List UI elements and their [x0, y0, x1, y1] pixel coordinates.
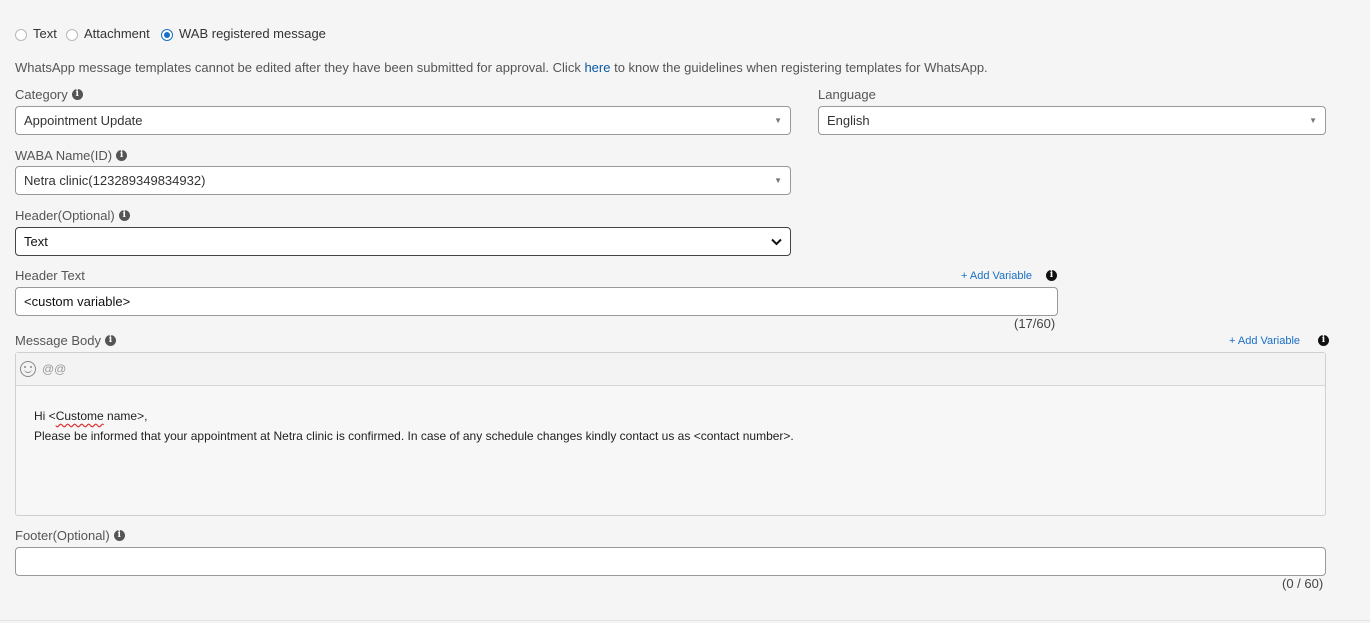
- language-label: Language: [818, 87, 876, 102]
- header-type-select[interactable]: Text: [15, 227, 791, 256]
- footer-char-counter: (0 / 60): [1282, 576, 1324, 591]
- mention-button[interactable]: @@: [42, 362, 66, 376]
- header-add-variable-link[interactable]: + Add Variable: [961, 270, 1032, 282]
- info-icon[interactable]: i: [1318, 335, 1329, 346]
- info-icon[interactable]: i: [71, 89, 83, 100]
- header-type-label: Header(Optional) i: [15, 208, 130, 223]
- message-body-label: Message Body i: [15, 333, 116, 348]
- info-icon[interactable]: i: [116, 150, 128, 161]
- waba-label: WABA Name(ID) i: [15, 148, 128, 163]
- guidelines-info: WhatsApp message templates cannot be edi…: [15, 60, 988, 75]
- radio-button[interactable]: [66, 28, 78, 41]
- header-text-input[interactable]: <custom variable>: [15, 287, 1058, 316]
- emoji-icon[interactable]: [20, 361, 36, 377]
- waba-select[interactable]: Netra clinic(123289349834932) ▼: [15, 166, 791, 195]
- message-line-2: Please be informed that your appointment…: [34, 429, 794, 443]
- header-text-label: Header Text: [15, 268, 85, 283]
- category-label: Category i: [15, 87, 83, 102]
- info-icon[interactable]: i: [118, 210, 130, 221]
- caret-down-icon: ▼: [1309, 116, 1317, 125]
- body-add-variable-link[interactable]: + Add Variable: [1229, 335, 1300, 347]
- radio-label: Attachment: [84, 25, 150, 41]
- caret-down-icon: ▼: [774, 116, 782, 125]
- guidelines-link[interactable]: here: [584, 60, 610, 75]
- info-icon[interactable]: i: [1046, 270, 1057, 281]
- message-body-editor[interactable]: @@ Hi <Custome name>, Please be informed…: [15, 352, 1326, 516]
- radio-button-selected[interactable]: [161, 28, 173, 41]
- language-select[interactable]: English ▼: [818, 106, 1326, 135]
- radio-button[interactable]: [15, 28, 27, 41]
- caret-down-icon: ▼: [774, 176, 782, 185]
- footer-label: Footer(Optional) i: [15, 528, 125, 543]
- bottom-divider: [0, 620, 1370, 621]
- category-select[interactable]: Appointment Update ▼: [15, 106, 791, 135]
- chevron-down-icon: [771, 234, 782, 249]
- radio-label: Text: [33, 25, 57, 41]
- info-icon[interactable]: i: [113, 530, 125, 541]
- message-line-1: Hi <Custome name>,: [34, 409, 148, 423]
- info-icon[interactable]: i: [105, 335, 116, 346]
- radio-label: WAB registered message: [179, 25, 326, 41]
- radio-text[interactable]: Text: [15, 24, 57, 42]
- radio-wab-registered-message[interactable]: WAB registered message: [161, 24, 326, 42]
- footer-input[interactable]: [15, 547, 1326, 576]
- editor-toolbar: @@: [16, 353, 1325, 386]
- message-body-text[interactable]: Hi <Custome name>, Please be informed th…: [16, 386, 1325, 466]
- radio-attachment[interactable]: Attachment: [66, 24, 150, 42]
- header-char-counter: (17/60): [1014, 316, 1056, 331]
